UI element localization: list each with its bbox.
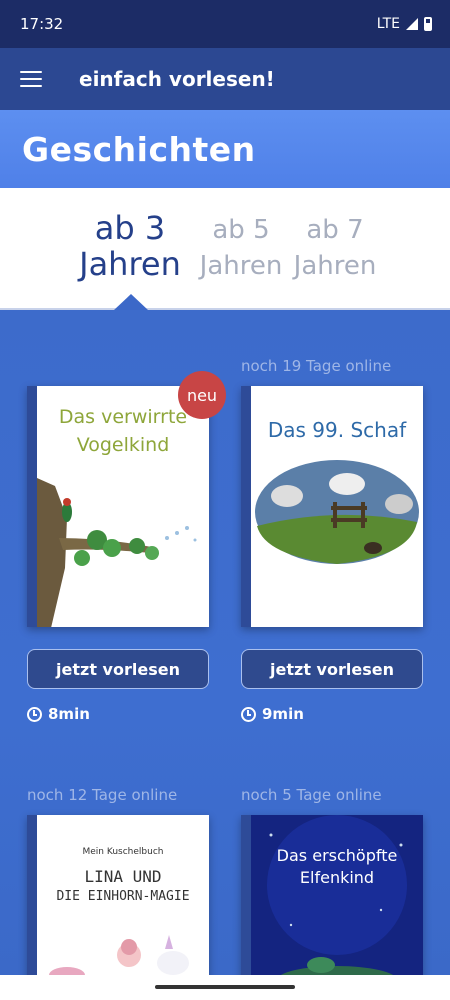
book-cover-schaf[interactable]: Das 99. Schaf [241, 386, 423, 627]
status-time: 17:32 [20, 15, 64, 33]
book-title: Das erschöpfte Elfenkind [276, 846, 398, 887]
signal-icon [406, 18, 418, 30]
unicorn-illustration [49, 935, 189, 975]
tab-label-line1: ab 5 [212, 215, 270, 245]
book-subtitle: Mein Kuschelbuch [82, 847, 164, 857]
night-sky-illustration [251, 815, 423, 975]
duration-text: 9min [262, 705, 304, 723]
book-cover-vogelkind[interactable]: Das verwirrte Vogelkind [27, 386, 209, 627]
status-bar: 17:32 LTE [0, 0, 450, 48]
new-badge: neu [178, 371, 226, 419]
book-title-line2: DIE EINHORN-MAGIE [56, 889, 190, 904]
system-nav-bar [0, 975, 450, 1000]
bird-illustration [37, 478, 197, 627]
menu-icon[interactable] [20, 71, 42, 87]
book-title: Das verwirrte Vogelkind [58, 406, 188, 456]
tab-label-line2: Jahren [293, 251, 377, 281]
tab-ab-3[interactable]: ab 3 Jahren [68, 210, 192, 282]
battery-icon [424, 17, 432, 31]
age-tabs: ab 3 Jahren ab 5 Jahren ab 7 Jahren [0, 188, 450, 308]
book-cover-elfenkind[interactable]: Das erschöpfte Elfenkind [241, 815, 423, 975]
book-spine [241, 815, 251, 975]
page-title: Geschichten [22, 130, 256, 169]
duration-text: 8min [48, 705, 90, 723]
tab-ab-5[interactable]: ab 5 Jahren [194, 212, 288, 284]
read-button-schaf[interactable]: jetzt vorlesen [241, 649, 423, 689]
app-bar: einfach vorlesen! [0, 48, 450, 110]
book-spine [241, 386, 251, 627]
status-icons: LTE [377, 16, 432, 32]
book-spine [27, 386, 37, 627]
section-header: Geschichten [0, 110, 450, 188]
online-days-label: noch 12 Tage online [27, 786, 178, 804]
tab-label-line2: Jahren [199, 251, 283, 281]
book-cover-lina[interactable]: Mein Kuschelbuch LINA UND DIE EINHORN-MA… [27, 815, 209, 975]
story-grid: Das verwirrte Vogelkind neu jetzt vorles… [0, 310, 450, 975]
sheep-illustration [255, 460, 419, 564]
clock-icon [241, 706, 256, 722]
home-gesture-handle[interactable] [155, 985, 295, 989]
tab-label-line1: ab 7 [306, 215, 364, 245]
book-title: Das 99. Schaf [267, 418, 407, 442]
tab-label-line1: ab 3 [94, 209, 166, 247]
online-days-label: noch 19 Tage online [241, 357, 392, 375]
network-type: LTE [376, 16, 400, 32]
duration-schaf: 9min [241, 705, 304, 723]
read-button-vogelkind[interactable]: jetzt vorlesen [27, 649, 209, 689]
tab-label-line2: Jahren [79, 245, 181, 283]
clock-icon [27, 706, 42, 722]
app-title: einfach vorlesen! [79, 67, 275, 91]
book-spine [27, 815, 37, 975]
online-days-label: noch 5 Tage online [241, 786, 382, 804]
active-tab-pointer [114, 294, 148, 310]
book-title-line1: LINA UND [84, 867, 162, 886]
duration-vogelkind: 8min [27, 705, 90, 723]
tab-ab-7[interactable]: ab 7 Jahren [288, 212, 382, 284]
